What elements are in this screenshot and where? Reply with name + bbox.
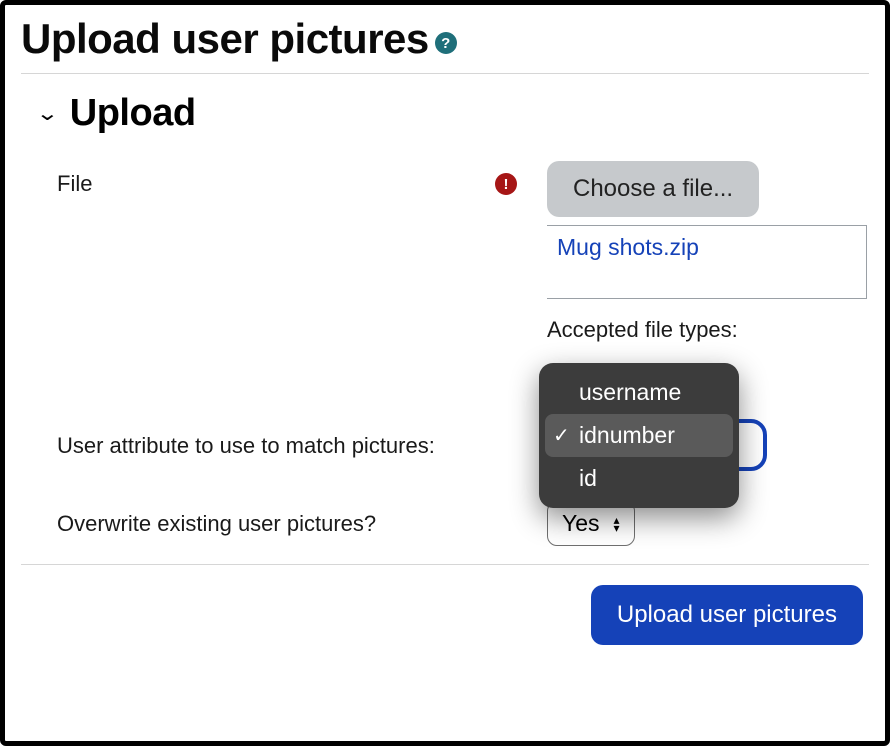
check-icon: ✓: [553, 423, 570, 448]
submit-button[interactable]: Upload user pictures: [591, 585, 863, 645]
attribute-option-id[interactable]: id: [545, 457, 733, 500]
file-drop-area[interactable]: Mug shots.zip: [547, 225, 867, 299]
accepted-types-heading: Accepted file types:: [547, 317, 738, 343]
help-icon[interactable]: ?: [435, 32, 457, 54]
attribute-option-idnumber[interactable]: ✓ idnumber: [545, 414, 733, 457]
section-title: Upload: [70, 92, 196, 135]
choose-file-button[interactable]: Choose a file...: [547, 161, 759, 217]
file-label: File: [57, 171, 92, 197]
overwrite-value: Yes: [562, 510, 600, 537]
page-title: Upload user pictures: [21, 15, 429, 63]
section-toggle[interactable]: ⌄ Upload: [39, 92, 869, 135]
uploaded-file-link[interactable]: Mug shots.zip: [557, 234, 699, 260]
chevron-down-icon: ⌄: [36, 101, 59, 126]
required-icon: !: [495, 173, 517, 195]
updown-icon: ▴▾: [614, 516, 620, 532]
attribute-label: User attribute to use to match pictures:: [57, 433, 435, 459]
overwrite-label: Overwrite existing user pictures?: [57, 511, 376, 537]
attribute-option-username[interactable]: username: [545, 371, 733, 414]
attribute-dropdown-popover: username ✓ idnumber id: [539, 363, 739, 508]
